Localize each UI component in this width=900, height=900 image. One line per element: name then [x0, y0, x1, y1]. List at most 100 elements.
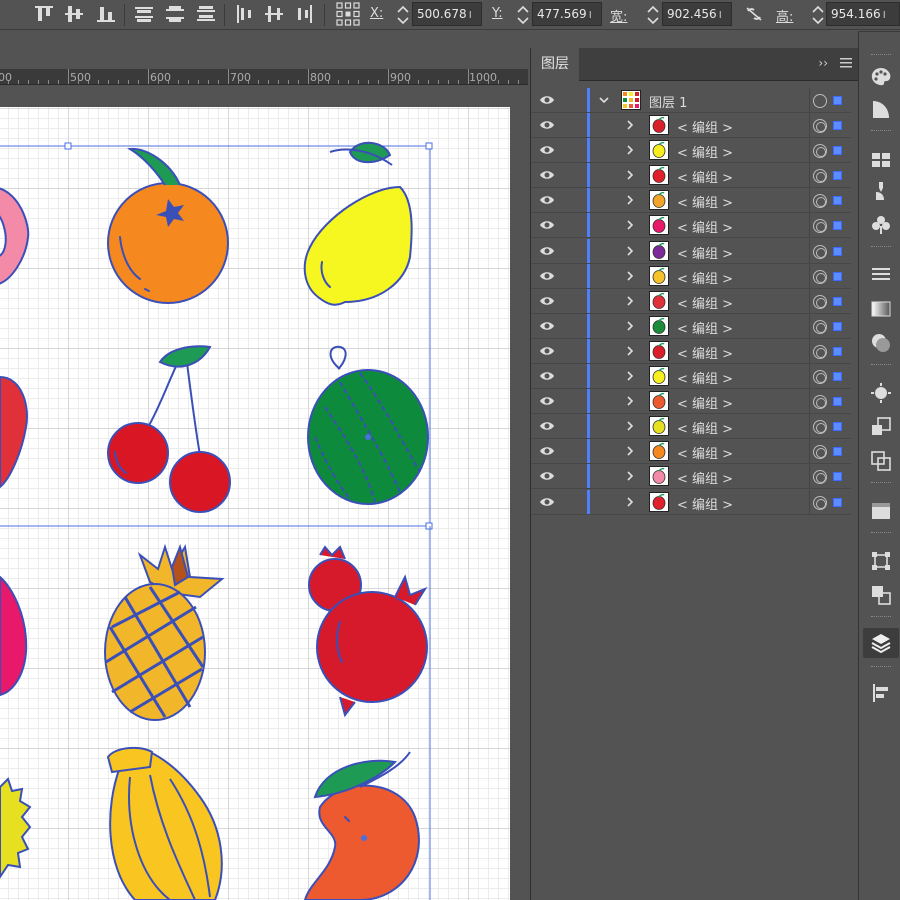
target-circle-icon[interactable]: [813, 219, 827, 234]
selection-indicator[interactable]: [833, 246, 842, 256]
visibility-eye-icon[interactable]: [539, 194, 555, 206]
group-row[interactable]: < 编组 >: [531, 238, 851, 264]
chevron-right-icon[interactable]: [625, 345, 635, 357]
chevron-right-icon[interactable]: [625, 245, 635, 257]
target-circle-icon[interactable]: [813, 94, 827, 108]
vertical-scrollbar[interactable]: [511, 85, 528, 900]
chevron-right-icon[interactable]: [625, 295, 635, 307]
selection-indicator[interactable]: [833, 121, 842, 130]
group-row[interactable]: < 编组 >: [531, 338, 851, 364]
chevron-down-icon[interactable]: [599, 94, 609, 106]
selection-indicator[interactable]: [833, 447, 842, 457]
selection-indicator[interactable]: [833, 171, 842, 181]
swatches-icon[interactable]: [870, 148, 892, 170]
visibility-eye-icon[interactable]: [539, 470, 555, 482]
panel-menu-icon[interactable]: [840, 57, 852, 69]
chevron-right-icon[interactable]: [625, 420, 635, 432]
chevron-right-icon[interactable]: [625, 445, 635, 457]
selection-indicator[interactable]: [833, 146, 842, 156]
visibility-eye-icon[interactable]: [539, 169, 555, 181]
selection-indicator[interactable]: [833, 96, 842, 105]
selection-indicator[interactable]: [833, 346, 842, 356]
visibility-eye-icon[interactable]: [539, 270, 555, 282]
chevron-right-icon[interactable]: [625, 194, 635, 206]
target-circle-icon[interactable]: [813, 470, 827, 485]
watermelon-icon[interactable]: [307, 345, 429, 505]
strawberry-partial[interactable]: [0, 375, 28, 489]
chevron-right-icon[interactable]: [625, 496, 635, 508]
target-circle-icon[interactable]: [813, 294, 827, 309]
target-circle-icon[interactable]: [813, 319, 827, 334]
pomegranate-icon[interactable]: [308, 545, 428, 718]
x-field[interactable]: 500.678 ı: [412, 2, 482, 26]
reference-point-icon[interactable]: [335, 1, 361, 27]
lemon-icon[interactable]: [303, 141, 413, 306]
visibility-eye-icon[interactable]: [539, 320, 555, 332]
group-row[interactable]: < 编组 >: [531, 263, 851, 289]
constrain-proportions-icon[interactable]: [742, 3, 766, 25]
target-circle-icon[interactable]: [813, 445, 827, 460]
selection-handle[interactable]: [64, 142, 72, 150]
align-bottom-icon[interactable]: [94, 3, 118, 25]
selection-indicator[interactable]: [833, 397, 842, 407]
target-circle-icon[interactable]: [813, 420, 827, 435]
transform-icon[interactable]: [870, 450, 892, 472]
distribute-vcenter-icon[interactable]: [163, 3, 187, 25]
selection-handle[interactable]: [425, 142, 433, 150]
distribute-top-icon[interactable]: [132, 3, 156, 25]
stroke-icon[interactable]: [870, 264, 892, 286]
transparency-icon[interactable]: [870, 332, 892, 354]
chevron-right-icon[interactable]: [625, 169, 635, 181]
target-circle-icon[interactable]: [813, 395, 827, 410]
selection-indicator[interactable]: [833, 196, 842, 206]
align-right-icon[interactable]: [292, 3, 316, 25]
visibility-eye-icon[interactable]: [539, 345, 555, 357]
align-top-icon[interactable]: [32, 3, 56, 25]
brushes-icon[interactable]: [870, 180, 892, 202]
gradient-icon[interactable]: [870, 298, 892, 320]
target-circle-icon[interactable]: [813, 495, 827, 510]
canvas-area[interactable]: 00 500 600 700 800 900 1000: [0, 31, 528, 900]
height-spinner-icon[interactable]: [810, 3, 826, 27]
visibility-eye-icon[interactable]: [539, 119, 555, 131]
dragonfruit-partial[interactable]: [0, 575, 28, 697]
target-circle-icon[interactable]: [813, 244, 827, 259]
chevron-right-icon[interactable]: [625, 370, 635, 382]
selection-indicator[interactable]: [833, 422, 842, 432]
group-row[interactable]: < 编组 >: [531, 138, 851, 164]
visibility-eye-icon[interactable]: [539, 370, 555, 382]
target-circle-icon[interactable]: [813, 370, 827, 384]
fruit-artwork[interactable]: [0, 107, 510, 900]
y-field[interactable]: 477.569 ı: [532, 2, 602, 26]
chevron-right-icon[interactable]: [625, 320, 635, 332]
banana-icon[interactable]: [106, 746, 223, 900]
peach-partial[interactable]: [0, 187, 30, 285]
pineapple-icon[interactable]: [104, 543, 225, 721]
group-row[interactable]: < 编组 >: [531, 389, 851, 415]
align-left-icon[interactable]: [233, 3, 257, 25]
graphic-styles-icon[interactable]: [870, 416, 892, 438]
group-row[interactable]: < 编组 >: [531, 489, 851, 515]
tab-layers[interactable]: 图层: [531, 48, 579, 81]
visibility-eye-icon[interactable]: [539, 445, 555, 457]
orange-icon[interactable]: [107, 147, 229, 304]
layers-icon[interactable]: [870, 632, 892, 654]
durian-partial[interactable]: [0, 777, 32, 879]
visibility-eye-icon[interactable]: [539, 245, 555, 257]
visibility-eye-icon[interactable]: [539, 395, 555, 407]
distribute-bottom-icon[interactable]: [194, 3, 218, 25]
color-guide-icon[interactable]: [870, 98, 892, 120]
selection-indicator[interactable]: [833, 472, 842, 482]
y-spinner-icon[interactable]: [515, 3, 531, 27]
x-spinner-icon[interactable]: [395, 3, 411, 27]
target-circle-icon[interactable]: [813, 144, 827, 159]
group-row[interactable]: < 编组 >: [531, 288, 851, 314]
target-circle-icon[interactable]: [813, 119, 827, 133]
width-field[interactable]: 902.456 ı: [662, 2, 732, 26]
visibility-eye-icon[interactable]: [539, 219, 555, 231]
collapse-panel-icon[interactable]: ››: [818, 56, 828, 70]
chevron-right-icon[interactable]: [625, 144, 635, 156]
selection-indicator[interactable]: [833, 497, 842, 507]
group-row[interactable]: < 编组 >: [531, 364, 851, 389]
selection-handle[interactable]: [425, 522, 433, 530]
